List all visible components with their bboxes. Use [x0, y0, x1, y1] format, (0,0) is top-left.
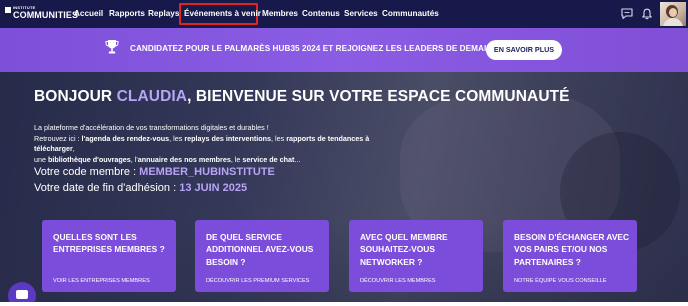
- desc-line-2: Retrouvez ici : l'agenda des rendez-vous…: [34, 134, 394, 155]
- title-suffix: , BIENVENUE SUR VOTRE ESPACE COMMUNAUTÉ: [187, 88, 570, 105]
- top-navigation: INSTITUTE COMMUNITIES Accueil Rapports R…: [0, 0, 688, 28]
- nav-item-accueil[interactable]: Accueil: [74, 9, 103, 19]
- logo-mark: [5, 7, 11, 13]
- desc-text: , le: [230, 154, 243, 164]
- card-link[interactable]: VOIR LES ENTREPRISES MEMBRES: [53, 278, 150, 284]
- card-echanger[interactable]: BESOIN D'ÉCHANGER AVEC VOS PAIRS ET/OU N…: [503, 220, 637, 292]
- member-code: Votre code membre : MEMBER_HUBINSTITUTE: [34, 166, 275, 178]
- hero-section: BONJOUR CLAUDIA, BIENVENUE SUR VOTRE ESP…: [0, 72, 688, 306]
- card-link[interactable]: DÉCOUVRIR LES PREMIUM SERVICES: [206, 278, 309, 284]
- learn-more-button[interactable]: EN SAVOIR PLUS: [486, 40, 562, 60]
- desc-bibliotheque: bibliothèque d'ouvrages: [48, 154, 131, 164]
- card-entreprises-membres[interactable]: QUELLES SONT LES ENTREPRISES MEMBRES ? V…: [42, 220, 176, 292]
- desc-text: , les: [271, 133, 287, 143]
- desc-text: une: [34, 154, 48, 164]
- nav-item-services[interactable]: Services: [344, 9, 378, 19]
- hero-description: La plateforme d'accélération de vos tran…: [34, 123, 394, 165]
- end-date-label: Votre date de fin d'adhésion :: [34, 182, 180, 194]
- logo[interactable]: INSTITUTE COMMUNITIES: [5, 5, 78, 23]
- desc-line-3: une bibliothèque d'ouvrages, l'annuaire …: [34, 155, 394, 166]
- avatar[interactable]: [660, 2, 686, 26]
- member-code-value: MEMBER_HUBINSTITUTE: [139, 166, 275, 178]
- nav-item-membres[interactable]: Membres: [262, 9, 298, 19]
- desc-text: Retrouvez ici :: [34, 133, 82, 143]
- title-prefix: BONJOUR: [34, 88, 117, 105]
- trophy-icon: [105, 40, 119, 54]
- desc-text: ...: [294, 154, 301, 164]
- promo-banner: CANDIDATEZ POUR LE PALMARÈS HUB35 2024 E…: [0, 28, 688, 72]
- card-question: AVEC QUEL MEMBRE SOUHAITEZ-VOUS NETWORKE…: [360, 232, 448, 267]
- desc-line-1: La plateforme d'accélération de vos tran…: [34, 123, 269, 132]
- bell-icon[interactable]: [641, 8, 653, 20]
- desc-annuaire: annuaire des nos membres: [137, 154, 231, 164]
- page-bottom-edge: [0, 302, 688, 306]
- desc-replays: replays des interventions: [184, 133, 272, 143]
- end-date-value: 13 JUIN 2025: [179, 182, 248, 194]
- card-question: BESOIN D'ÉCHANGER AVEC VOS PAIRS ET/OU N…: [514, 232, 630, 267]
- chat-bubble-icon: [16, 290, 28, 299]
- desc-agenda: l'agenda des rendez-vous: [81, 133, 170, 143]
- nav-item-replays[interactable]: Replays: [148, 9, 179, 19]
- card-premium-services[interactable]: DE QUEL SERVICE ADDITIONNEL AVEZ-VOUS BE…: [195, 220, 329, 292]
- desc-text: ,: [72, 144, 75, 154]
- avatar-body: [663, 18, 683, 26]
- page-title: BONJOUR CLAUDIA, BIENVENUE SUR VOTRE ESP…: [34, 88, 570, 106]
- nav-item-evenements[interactable]: Événements à venir: [184, 9, 261, 19]
- desc-text: , l': [130, 154, 138, 164]
- card-networking[interactable]: AVEC QUEL MEMBRE SOUHAITEZ-VOUS NETWORKE…: [349, 220, 483, 292]
- avatar-face: [669, 8, 677, 17]
- card-question: QUELLES SONT LES ENTREPRISES MEMBRES ?: [53, 232, 165, 255]
- nav-item-rapports[interactable]: Rapports: [109, 9, 145, 19]
- nav-item-contenus[interactable]: Contenus: [302, 9, 340, 19]
- logo-big-text: COMMUNITIES: [13, 10, 79, 20]
- desc-chat: service de chat: [242, 154, 295, 164]
- user-name: CLAUDIA: [116, 88, 188, 105]
- card-question: DE QUEL SERVICE ADDITIONNEL AVEZ-VOUS BE…: [206, 232, 314, 267]
- nav-item-communautes[interactable]: Communautés: [382, 9, 439, 19]
- chat-icon[interactable]: [621, 8, 633, 19]
- card-link[interactable]: DÉCOUVRIR LES MEMBRES: [360, 278, 436, 284]
- banner-text: CANDIDATEZ POUR LE PALMARÈS HUB35 2024 E…: [130, 44, 498, 53]
- membership-end-date: Votre date de fin d'adhésion : 13 JUIN 2…: [34, 182, 247, 194]
- card-link[interactable]: NOTRE ÉQUIPE VOUS CONSEILLE: [514, 278, 607, 284]
- desc-text: , les: [169, 133, 185, 143]
- member-code-label: Votre code membre :: [34, 166, 140, 178]
